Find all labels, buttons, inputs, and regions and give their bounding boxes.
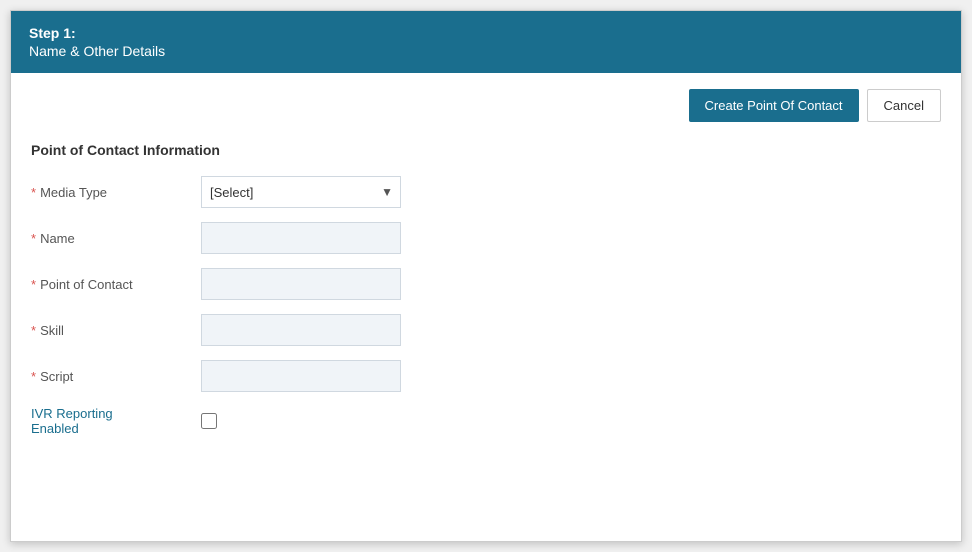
modal-body: Create Point Of Contact Cancel Point of … bbox=[11, 73, 961, 541]
modal-header: Step 1: Name & Other Details bbox=[11, 11, 961, 73]
step-subtitle: Name & Other Details bbox=[29, 43, 943, 59]
script-label: * Script bbox=[31, 369, 201, 384]
ivr-reporting-checkbox[interactable] bbox=[201, 413, 217, 429]
media-type-label: * Media Type bbox=[31, 185, 201, 200]
media-type-select[interactable]: [Select] bbox=[201, 176, 401, 208]
create-point-of-contact-button[interactable]: Create Point Of Contact bbox=[689, 89, 859, 122]
required-star: * bbox=[31, 185, 36, 200]
required-star: * bbox=[31, 231, 36, 246]
script-input[interactable] bbox=[201, 360, 401, 392]
form-group-name: * Name bbox=[31, 222, 941, 254]
required-star: * bbox=[31, 323, 36, 338]
name-label: * Name bbox=[31, 231, 201, 246]
skill-input[interactable] bbox=[201, 314, 401, 346]
ivr-checkbox-wrapper bbox=[201, 413, 217, 429]
toolbar: Create Point Of Contact Cancel bbox=[31, 89, 941, 122]
skill-label: * Skill bbox=[31, 323, 201, 338]
form-group-skill: * Skill bbox=[31, 314, 941, 346]
modal-container: Step 1: Name & Other Details Create Poin… bbox=[10, 10, 962, 542]
cancel-button[interactable]: Cancel bbox=[867, 89, 941, 122]
form-group-media-type: * Media Type [Select] ▼ bbox=[31, 176, 941, 208]
section-title: Point of Contact Information bbox=[31, 142, 941, 158]
required-star: * bbox=[31, 369, 36, 384]
name-input[interactable] bbox=[201, 222, 401, 254]
point-of-contact-input[interactable] bbox=[201, 268, 401, 300]
form-group-point-of-contact: * Point of Contact bbox=[31, 268, 941, 300]
media-type-select-wrapper: [Select] ▼ bbox=[201, 176, 401, 208]
step-label: Step 1: bbox=[29, 25, 943, 41]
required-star: * bbox=[31, 277, 36, 292]
point-of-contact-label: * Point of Contact bbox=[31, 277, 201, 292]
ivr-label: IVR ReportingEnabled bbox=[31, 406, 201, 436]
form-group-script: * Script bbox=[31, 360, 941, 392]
form-group-ivr: IVR ReportingEnabled bbox=[31, 406, 941, 436]
